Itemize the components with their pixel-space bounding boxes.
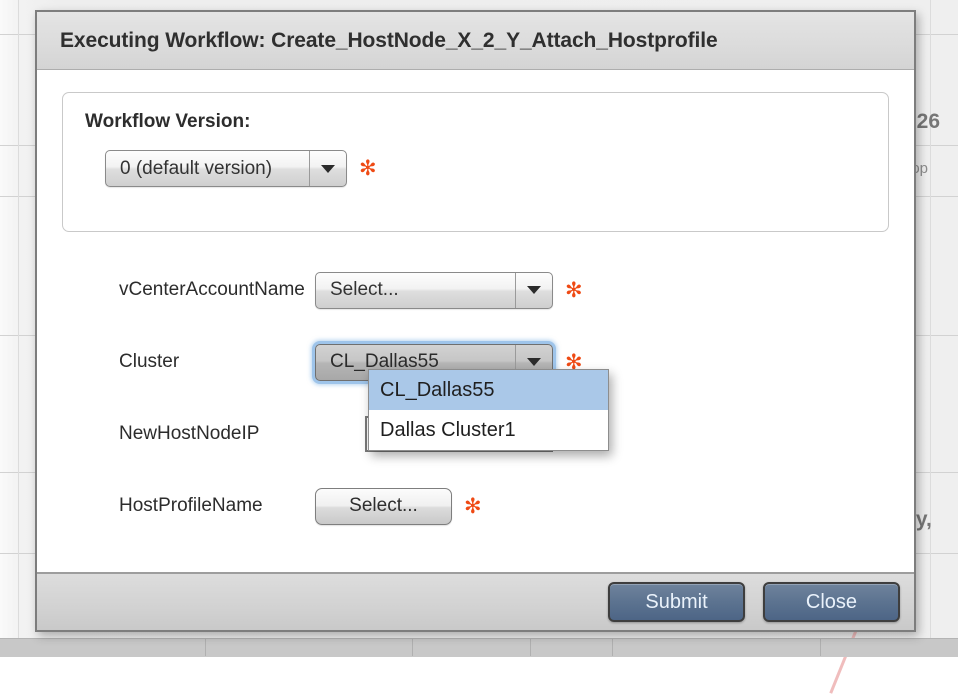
chevron-down-icon[interactable] [309,151,346,186]
vcenteraccountname-combobox[interactable]: Select... [315,272,553,309]
background-column-divider [530,639,531,656]
chevron-down-icon[interactable] [515,273,552,308]
field-row-hostprofilename: HostProfileName Select... ✻ [62,470,889,542]
required-asterisk-icon: ✻ [464,496,482,517]
dialog-footer: Submit Close [37,572,914,630]
dialog-body: Workflow Version: 0 (default version) ✻ … [37,70,914,572]
workflow-version-row: 0 (default version) ✻ [85,150,888,187]
workflow-version-value: 0 (default version) [106,151,309,186]
field-label-hostprofilename: HostProfileName [62,495,315,517]
triangle-glyph [527,358,541,366]
cluster-option-0[interactable]: CL_Dallas55 [369,370,608,410]
background-column-divider [612,639,613,656]
field-label-cluster: Cluster [62,351,315,373]
required-asterisk-icon: ✻ [359,158,377,179]
required-asterisk-icon: ✻ [565,280,583,301]
dialog-header: Executing Workflow: Create_HostNode_X_2_… [37,12,914,70]
workflow-input-form: vCenterAccountName Select... ✻ Cluster C… [62,254,889,542]
submit-button[interactable]: Submit [608,582,745,622]
vcenteraccountname-value: Select... [316,273,515,308]
workflow-version-panel: Workflow Version: 0 (default version) ✻ [62,92,889,232]
dialog-title: Executing Workflow: Create_HostNode_X_2_… [60,29,718,53]
background-grid-line [930,0,931,656]
field-row-vcenteraccountname: vCenterAccountName Select... ✻ [62,254,889,326]
triangle-glyph [321,165,335,173]
cluster-dropdown-list[interactable]: CL_Dallas55 Dallas Cluster1 [368,369,609,451]
background-grid-line [18,0,19,656]
field-label-newhostnodeip: NewHostNodeIP [62,423,315,445]
workflow-version-label: Workflow Version: [85,111,888,133]
background-column-divider [412,639,413,656]
close-button[interactable]: Close [763,582,900,622]
workflow-execution-dialog: Executing Workflow: Create_HostNode_X_2_… [35,10,916,632]
cluster-option-1[interactable]: Dallas Cluster1 [369,410,608,450]
background-column-divider [205,639,206,656]
field-label-vcenteraccountname: vCenterAccountName [62,279,315,301]
workflow-version-combobox[interactable]: 0 (default version) [105,150,347,187]
background-column-divider [820,639,821,656]
triangle-glyph [527,286,541,294]
background-table-row [0,638,958,657]
hostprofilename-select-button[interactable]: Select... [315,488,452,525]
